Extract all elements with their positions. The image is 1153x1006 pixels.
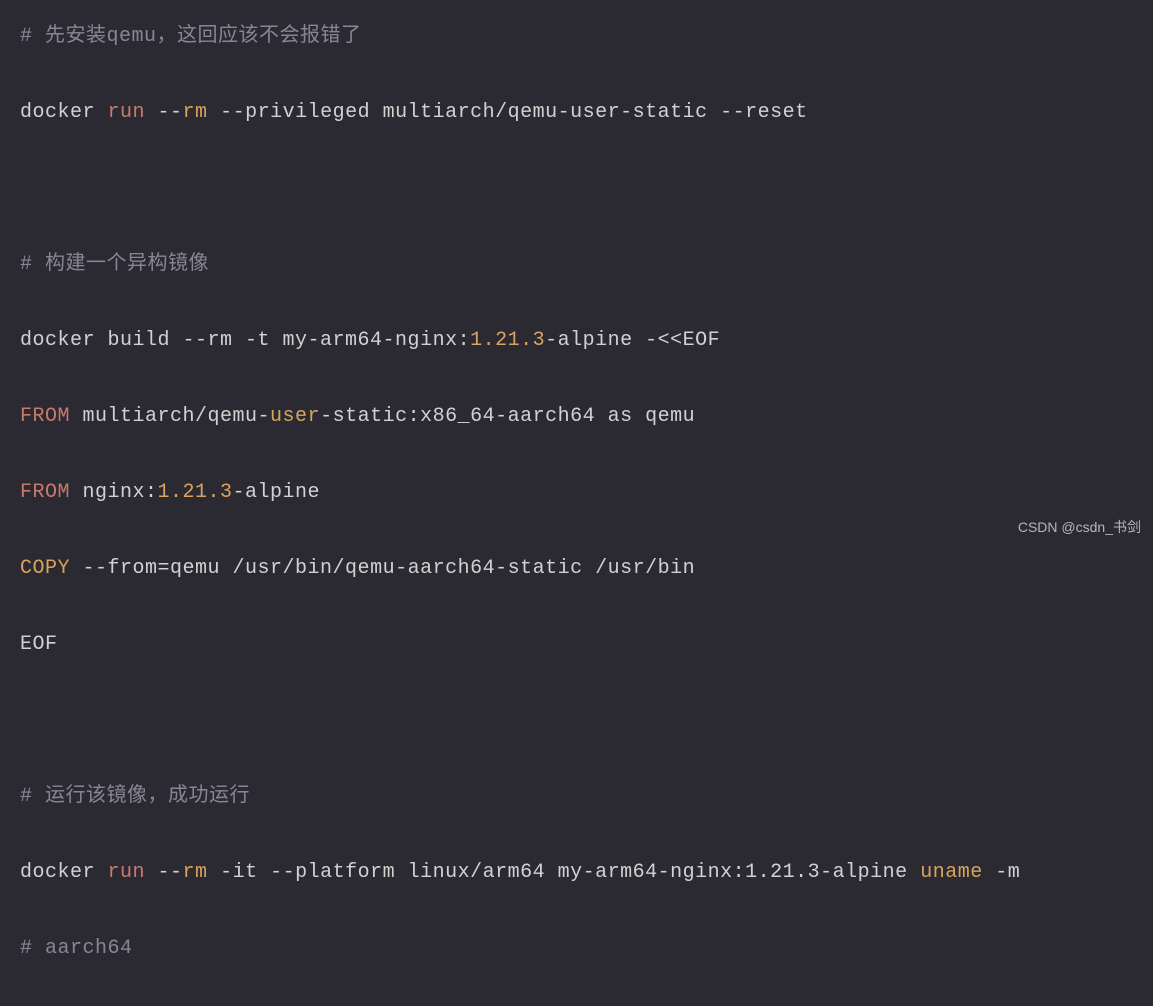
code-line-5: docker build --rm -t my-arm64-nginx:1.21… bbox=[20, 322, 1133, 360]
text: -m bbox=[983, 861, 1021, 884]
text: --from=qemu /usr/bin/qemu-aarch64-static… bbox=[70, 557, 695, 580]
code-line-3 bbox=[20, 170, 1133, 208]
text: docker bbox=[20, 101, 108, 124]
code-line-13: # aarch64 bbox=[20, 930, 1133, 968]
code-line-6: FROM multiarch/qemu-user-static:x86_64-a… bbox=[20, 398, 1133, 436]
text: -it --platform linux/arm64 my-arm64-ngin… bbox=[208, 861, 921, 884]
code-line-8: COPY --from=qemu /usr/bin/qemu-aarch64-s… bbox=[20, 550, 1133, 588]
text: -alpine bbox=[233, 481, 321, 504]
code-block: # 先安装qemu，这回应该不会报错了 docker run --rm --pr… bbox=[20, 18, 1133, 1006]
flag-rm: rm bbox=[183, 861, 208, 884]
code-line-9: EOF bbox=[20, 626, 1133, 664]
flag-rm: rm bbox=[183, 101, 208, 124]
text: -- bbox=[145, 861, 183, 884]
text: docker build --rm -t my-arm64-nginx: bbox=[20, 329, 470, 352]
text: docker bbox=[20, 861, 108, 884]
highlight-user: user bbox=[270, 405, 320, 428]
code-line-11: # 运行该镜像，成功运行 bbox=[20, 778, 1133, 816]
cmd-uname: uname bbox=[920, 861, 983, 884]
code-line-7: FROM nginx:1.21.3-alpine bbox=[20, 474, 1133, 512]
code-line-2: docker run --rm --privileged multiarch/q… bbox=[20, 94, 1133, 132]
keyword-copy: COPY bbox=[20, 557, 70, 580]
version: 1.21.3 bbox=[158, 481, 233, 504]
text: -alpine -<<EOF bbox=[545, 329, 720, 352]
text: -- bbox=[145, 101, 183, 124]
code-line-12: docker run --rm -it --platform linux/arm… bbox=[20, 854, 1133, 892]
code-line-10 bbox=[20, 702, 1133, 740]
code-line-1: # 先安装qemu，这回应该不会报错了 bbox=[20, 18, 1133, 56]
blank bbox=[20, 177, 33, 200]
keyword-from: FROM bbox=[20, 481, 70, 504]
comment-text: # 先安装qemu，这回应该不会报错了 bbox=[20, 25, 362, 48]
code-line-4: # 构建一个异构镜像 bbox=[20, 246, 1133, 284]
comment-text: # 运行该镜像，成功运行 bbox=[20, 785, 250, 808]
text: multiarch/qemu- bbox=[70, 405, 270, 428]
blank bbox=[20, 709, 33, 732]
keyword-run: run bbox=[108, 101, 146, 124]
text: --privileged multiarch/qemu-user-static … bbox=[208, 101, 808, 124]
watermark-text: CSDN @csdn_书剑 bbox=[1018, 508, 1141, 546]
text: EOF bbox=[20, 633, 58, 656]
text: nginx: bbox=[70, 481, 158, 504]
text: -static:x86_64-aarch64 as qemu bbox=[320, 405, 695, 428]
version: 1.21.3 bbox=[470, 329, 545, 352]
keyword-run: run bbox=[108, 861, 146, 884]
comment-text: # 构建一个异构镜像 bbox=[20, 253, 209, 276]
keyword-from: FROM bbox=[20, 405, 70, 428]
comment-text: # aarch64 bbox=[20, 937, 133, 960]
